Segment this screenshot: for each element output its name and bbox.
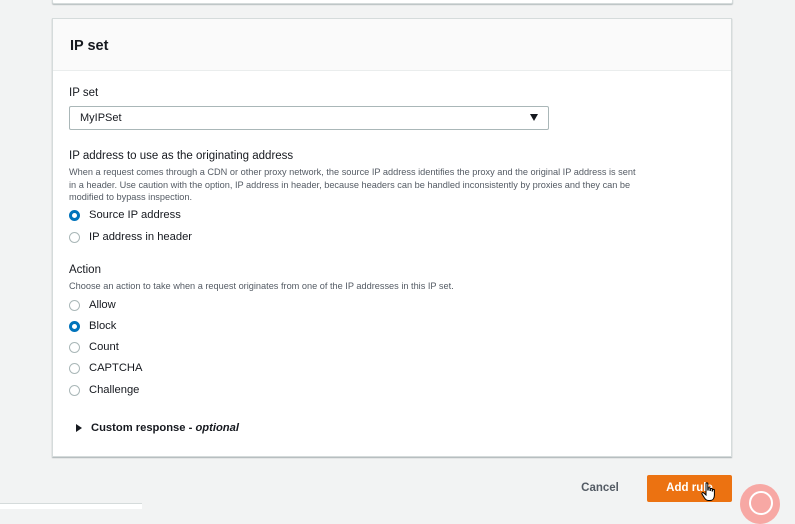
- description-line: modified to bypass inspection.: [69, 192, 193, 202]
- ip-set-selected-value: MyIPSet: [80, 112, 122, 124]
- caret-down-icon: [530, 114, 538, 121]
- description-line: When a request comes through a CDN or ot…: [69, 167, 636, 177]
- radio-captcha[interactable]: CAPTCHA: [69, 360, 142, 376]
- hand-pointer-icon: [701, 482, 715, 501]
- radio-label: Allow: [89, 299, 116, 311]
- radio-button[interactable]: [69, 362, 80, 374]
- radio-block[interactable]: Block: [69, 318, 116, 334]
- caret-right-icon: [76, 424, 82, 432]
- custom-response-label: Custom response: [91, 422, 186, 434]
- radio-ip-address-in-header[interactable]: IP address in header: [69, 229, 192, 245]
- custom-response-separator: -: [185, 422, 196, 434]
- radio-button-checked[interactable]: [69, 320, 80, 332]
- panel-header: IP set: [53, 19, 731, 71]
- add-rule-button[interactable]: Add rule: [647, 475, 732, 502]
- action-label: Action: [69, 264, 101, 276]
- ip-set-label: IP set: [69, 87, 99, 99]
- action-description: Choose an action to take when a request …: [69, 281, 454, 291]
- radio-challenge[interactable]: Challenge: [69, 382, 139, 398]
- ip-set-panel: IP set IP set MyIPSet IP address to use …: [52, 18, 732, 457]
- radio-button[interactable]: [69, 384, 80, 396]
- radio-label: Count: [89, 341, 119, 353]
- radio-button-checked[interactable]: [69, 209, 80, 221]
- custom-response-expander[interactable]: Custom response - optional: [76, 422, 239, 434]
- originating-address-description: When a request comes through a CDN or ot…: [69, 166, 729, 204]
- radio-label: Block: [89, 320, 117, 332]
- optional-tag: optional: [195, 422, 239, 434]
- panel-title: IP set: [70, 38, 109, 54]
- cancel-button[interactable]: Cancel: [573, 478, 627, 498]
- radio-label: Challenge: [89, 384, 140, 396]
- previous-panel-edge: [52, 0, 733, 4]
- ip-set-select[interactable]: MyIPSet: [69, 106, 549, 130]
- radio-label: IP address in header: [89, 231, 193, 243]
- radio-label: Source IP address: [89, 209, 181, 221]
- radio-source-ip-address[interactable]: Source IP address: [69, 207, 181, 223]
- radio-button[interactable]: [69, 341, 80, 353]
- radio-allow[interactable]: Allow: [69, 297, 116, 313]
- radio-count[interactable]: Count: [69, 339, 119, 355]
- originating-address-label: IP address to use as the originating add…: [69, 150, 294, 162]
- bottom-left-panel-edge: [0, 503, 142, 509]
- radio-label: CAPTCHA: [89, 362, 143, 374]
- description-line: in a header. Use caution with the option…: [69, 179, 631, 190]
- radio-button[interactable]: [69, 299, 80, 311]
- circle-icon: [749, 491, 773, 515]
- radio-button[interactable]: [69, 231, 80, 243]
